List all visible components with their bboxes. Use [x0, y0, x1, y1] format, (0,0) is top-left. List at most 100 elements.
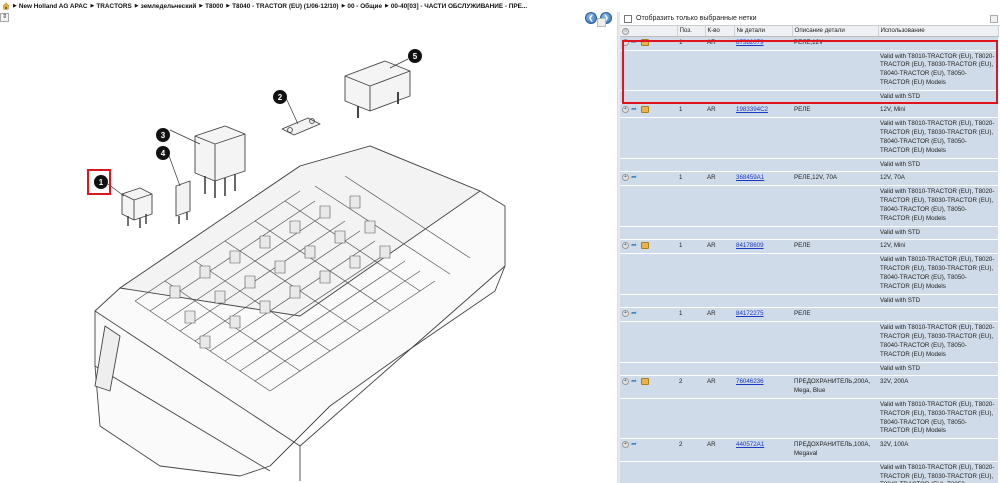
header-description[interactable]: Описание детали	[792, 26, 879, 37]
cell-usage: 12V, 70A	[878, 171, 998, 186]
cell-qty: AR	[705, 103, 734, 118]
expand-icon[interactable]: ⇕	[0, 13, 9, 22]
table-row[interactable]: + ➦ 1 AR 84172275 РЕЛЕ	[620, 307, 998, 322]
reply-arrow-icon[interactable]: ➦	[631, 242, 639, 249]
header-part-number[interactable]: № детали	[734, 26, 793, 37]
cell-valid-std: Valid with STD	[878, 293, 998, 308]
header-qty[interactable]: К-во	[705, 26, 735, 37]
cell-valid-std: Valid with STD	[878, 225, 998, 240]
table-row-std: Valid with STD	[620, 89, 998, 104]
cell-description: РЕЛЕ,12V	[792, 36, 878, 50]
table-row-std: Valid with STD	[620, 361, 998, 376]
breadcrumb-item-model[interactable]: T8040 - TRACTOR (EU) (1/06-12/10)	[226, 3, 338, 10]
select-all-icon[interactable]: ○	[622, 27, 629, 35]
cell-part-number: 84178609	[734, 239, 792, 254]
reply-arrow-icon[interactable]: ➦	[631, 174, 639, 181]
row-actions: + ➦	[620, 307, 677, 322]
row-actions: + ➦	[620, 36, 677, 50]
table-row[interactable]: + ➦ 1 AR 1983394C2 РЕЛЕ 12V, Mini	[620, 103, 998, 118]
breadcrumb-item-brand[interactable]: New Holland AG APAC	[13, 3, 88, 10]
row-actions: + ➦	[620, 438, 677, 462]
breadcrumb-item-series[interactable]: T8000	[199, 3, 223, 10]
add-to-cart-icon[interactable]: +	[622, 242, 629, 250]
cell-qty: AR	[705, 239, 734, 254]
cell-pos: 1	[677, 103, 705, 118]
header-pos[interactable]: Поз.	[677, 26, 706, 37]
breadcrumb-item-section[interactable]: 00 - Общие	[342, 3, 382, 10]
callout-3[interactable]: 3	[156, 128, 170, 142]
add-to-cart-icon[interactable]: +	[622, 441, 629, 449]
table-row[interactable]: + ➦ 2 AR 440572A1 ПРЕДОХРАНИТЕЛЬ,100A, Megava…	[620, 438, 998, 462]
cell-part-number: 1983394C2	[734, 103, 792, 118]
cell-valid-models: Valid with T8010-TRACTOR (EU), T8020-TRA…	[878, 185, 998, 227]
package-icon[interactable]	[641, 378, 649, 386]
part-number-link[interactable]: 440572A1	[736, 441, 764, 448]
table-row-validity: Valid with T8010-TRACTOR (EU), T8020-TRA…	[620, 49, 998, 91]
table-row-validity: Valid with T8010-TRACTOR (EU), T8020-TRA…	[620, 398, 998, 439]
show-selected-label: Отобразить только выбранные нетки	[636, 15, 757, 22]
cell-part-number: 440572A1	[734, 438, 792, 462]
callout-5[interactable]: 5	[408, 49, 422, 63]
panel-menu-icon[interactable]	[990, 14, 998, 23]
add-to-cart-icon[interactable]: +	[622, 378, 629, 386]
breadcrumb-item-type[interactable]: TRACTORS	[91, 3, 131, 10]
table-row[interactable]: + ➦ 1 AR 87582079 РЕЛЕ,12V	[620, 36, 998, 50]
filter-bar: Отобразить только выбранные нетки	[620, 12, 1000, 26]
cell-pos: 2	[677, 438, 705, 462]
table-row-validity: Valid with T8010-TRACTOR (EU), T8020-TRA…	[620, 185, 998, 227]
part-number-link[interactable]: 76046236	[736, 378, 764, 385]
cell-part-number: 84172275	[734, 307, 792, 322]
home-icon[interactable]	[2, 2, 10, 10]
part-number-link[interactable]: 84178609	[736, 242, 764, 249]
previous-page-button[interactable]: ❮	[585, 12, 597, 24]
cell-valid-models: Valid with T8010-TRACTOR (EU), T8020-TRA…	[878, 253, 998, 295]
part-number-link[interactable]: 1983394C2	[736, 106, 768, 113]
table-row[interactable]: + ➦ 2 AR 76046236 ПРЕДОХРАНИТЕЛЬ,200A, Mega, …	[620, 375, 998, 399]
cell-description: РЕЛЕ	[792, 103, 878, 118]
select-all-header[interactable]: ○	[620, 26, 678, 37]
table-row-validity: Valid with T8010-TRACTOR (EU), T8020-TRA…	[620, 117, 998, 159]
part-number-link[interactable]: 87582079	[736, 39, 764, 46]
cell-usage: 32V, 100A	[878, 438, 998, 462]
reply-arrow-icon[interactable]: ➦	[631, 310, 639, 317]
cell-qty: AR	[705, 307, 734, 322]
header-usage[interactable]: Использование	[878, 26, 999, 37]
breadcrumb-item-page[interactable]: 00-40[03] - ЧАСТИ ОБСЛУЖИВАНИЕ - ПРЕ...	[385, 3, 527, 10]
add-to-cart-icon[interactable]: +	[622, 38, 629, 46]
cell-description: ПРЕДОХРАНИТЕЛЬ,100A, Megaval	[792, 438, 878, 462]
row-actions: + ➦	[620, 103, 677, 118]
cell-description: ПРЕДОХРАНИТЕЛЬ,200A, Mega, Blue	[792, 375, 878, 399]
cell-usage: 12V, Mini	[878, 103, 998, 118]
part-number-link[interactable]: 84172275	[736, 310, 764, 317]
svg-text:2: 2	[278, 93, 283, 102]
reply-arrow-icon[interactable]: ➦	[631, 378, 639, 385]
package-icon[interactable]	[641, 106, 649, 114]
table-header: ○ Поз. К-во № детали Описание детали Исп…	[620, 26, 999, 37]
breadcrumb-item-category[interactable]: земледельческий	[135, 3, 197, 10]
cell-valid-models: Valid with T8010-TRACTOR (EU), T8020-TRA…	[878, 398, 998, 439]
cell-pos: 1	[677, 307, 705, 322]
table-row-std: Valid with STD	[620, 293, 998, 308]
add-to-cart-icon[interactable]: +	[622, 106, 629, 114]
selected-callout-frame	[87, 169, 111, 195]
table-row[interactable]: + ➦ 1 AR 368459A1 РЕЛЕ,12V, 70A 12V, 70A	[620, 171, 998, 186]
cell-description: РЕЛЕ,12V, 70A	[792, 171, 878, 186]
breadcrumb: New Holland AG APAC TRACTORS земледельче…	[0, 0, 1000, 12]
reply-arrow-icon[interactable]: ➦	[631, 39, 639, 46]
cell-pos: 1	[677, 239, 705, 254]
cell-valid-models: Valid with T8010-TRACTOR (EU), T8020-TRA…	[878, 321, 998, 363]
add-to-cart-icon[interactable]: +	[622, 174, 629, 182]
package-icon[interactable]	[641, 242, 649, 250]
table-row[interactable]: + ➦ 1 AR 84178609 РЕЛЕ 12V, Mini	[620, 239, 998, 254]
reply-arrow-icon[interactable]: ➦	[631, 441, 639, 448]
show-selected-checkbox[interactable]	[624, 14, 632, 23]
callout-2[interactable]: 2	[273, 90, 287, 104]
callout-4[interactable]: 4	[156, 146, 170, 160]
table-row-validity: Valid with T8010-TRACTOR (EU), T8020-TRA…	[620, 460, 998, 483]
cell-pos: 2	[677, 375, 705, 399]
part-number-link[interactable]: 368459A1	[736, 174, 764, 181]
reply-arrow-icon[interactable]: ➦	[631, 106, 639, 113]
cell-valid-models: Valid with T8010-TRACTOR (EU), T8020-TRA…	[878, 460, 998, 483]
add-to-cart-icon[interactable]: +	[622, 310, 629, 318]
package-icon[interactable]	[641, 38, 649, 46]
